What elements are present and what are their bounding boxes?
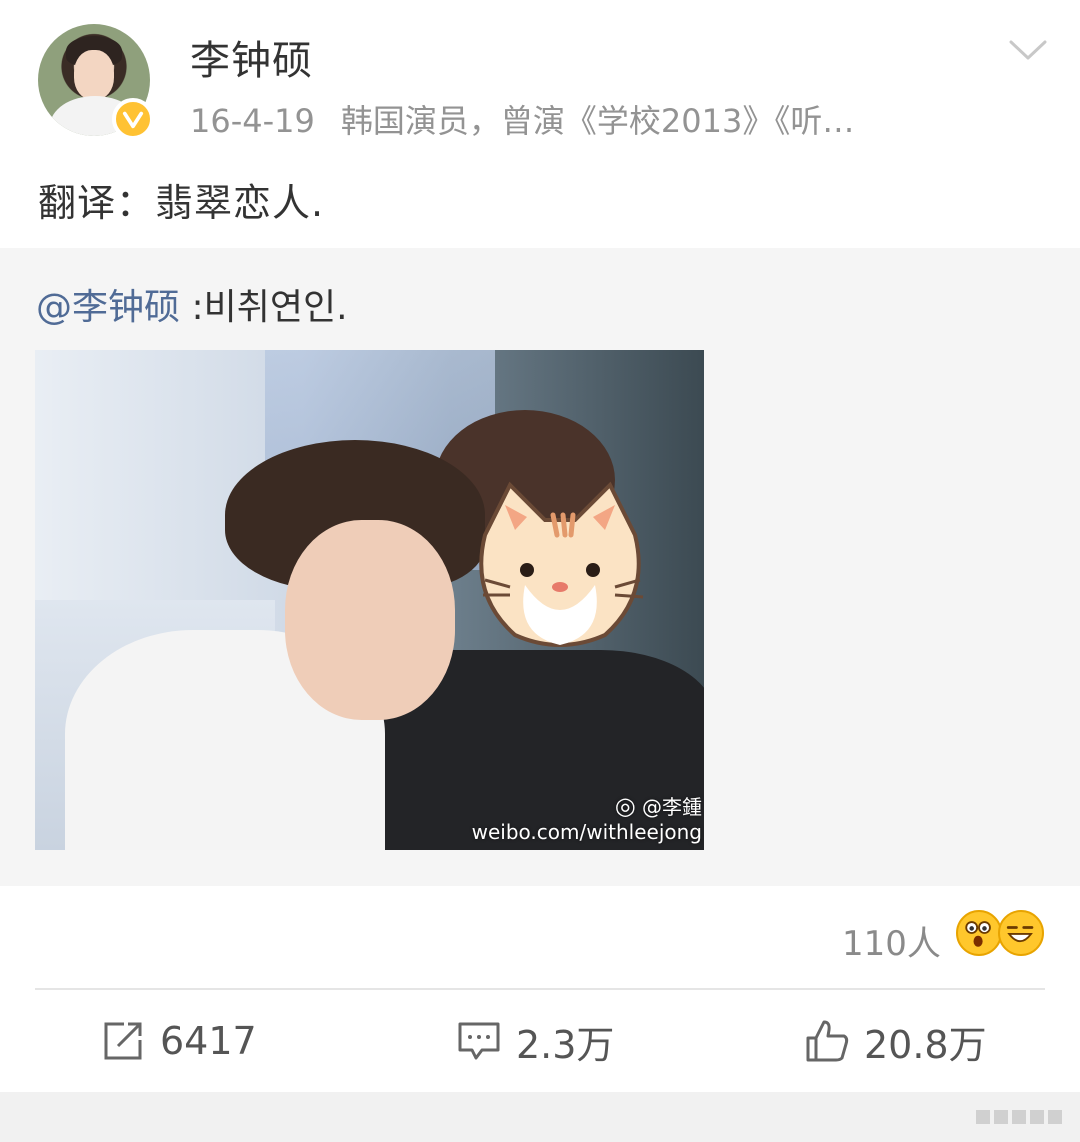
like-count: 20.8万 <box>864 1022 987 1067</box>
verified-badge-icon <box>112 98 154 140</box>
cat-sticker-icon <box>479 481 644 647</box>
post-text: 翻译：翡翠恋人. <box>38 181 325 225</box>
reposted-content[interactable]: @李钟硕 :비취연인. ◎ @李鍾 weibo.com/withleejong <box>0 248 1080 886</box>
like-button[interactable]: 20.8万 <box>804 1016 987 1067</box>
username[interactable]: 李钟硕 <box>190 28 313 86</box>
repost-text: @李钟硕 :비취연인. <box>36 278 348 330</box>
action-bar: 6417 2.3万 20.8万 <box>0 990 1080 1092</box>
reaction-count: 110人 <box>842 924 941 964</box>
comment-icon <box>458 1022 500 1060</box>
mention-link[interactable]: @李钟硕 <box>36 287 180 328</box>
chevron-down-icon[interactable] <box>1008 36 1048 66</box>
laughing-emoji-icon <box>998 910 1044 956</box>
repost-body: :비취연인. <box>180 287 348 328</box>
repost-count: 6417 <box>160 1019 257 1063</box>
watermark-logo-icon <box>976 1110 1062 1124</box>
watermark-url: weibo.com/withleejong <box>471 820 702 844</box>
comment-count: 2.3万 <box>516 1022 615 1067</box>
surprised-emoji-icon <box>956 910 1002 956</box>
post-header: 李钟硕 16-4-19 韩国演员，曾演《学校2013》《听… <box>0 0 1080 150</box>
watermark-handle: @李鍾 <box>642 795 702 819</box>
image-watermark: ◎ @李鍾 weibo.com/withleejong <box>472 791 702 844</box>
reactions-row[interactable]: 110人 <box>0 890 1080 988</box>
repost-button[interactable]: 6417 <box>100 1016 257 1066</box>
user-description: 韩国演员，曾演《学校2013》《听… <box>340 102 855 140</box>
post-date: 16-4-19 <box>190 102 315 140</box>
post-image[interactable]: ◎ @李鍾 weibo.com/withleejong <box>35 350 704 850</box>
weibo-logo-icon: ◎ <box>614 792 636 820</box>
comment-button[interactable]: 2.3万 <box>456 1016 615 1067</box>
share-icon <box>104 1022 142 1060</box>
post-meta: 16-4-19 韩国演员，曾演《学校2013》《听… <box>190 96 854 142</box>
footer-bar <box>0 1092 1080 1142</box>
thumbs-up-icon <box>806 1020 849 1062</box>
